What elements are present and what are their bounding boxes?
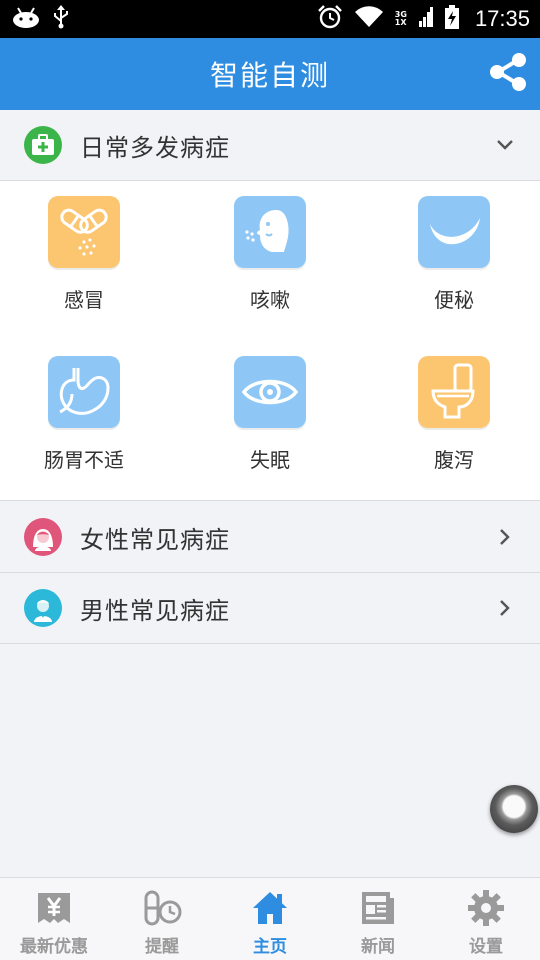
nav-item-home[interactable]: 主页 — [216, 878, 324, 960]
symptom-diarrhea[interactable]: 腹泻 — [364, 341, 540, 501]
nav-label: 设置 — [469, 937, 503, 957]
signal-icon — [418, 7, 433, 31]
eye-icon — [234, 356, 306, 428]
symptom-label: 便秘 — [434, 288, 474, 312]
newspaper-icon — [358, 888, 398, 928]
status-time: 17:35 — [474, 6, 530, 31]
pill-clock-icon — [142, 888, 182, 928]
status-bar: 3G 1X 17:35 — [0, 0, 540, 38]
pills-icon — [48, 196, 120, 268]
symptom-stomach[interactable]: 肠胃不适 — [0, 341, 174, 501]
floating-assistive-ball[interactable] — [490, 785, 538, 833]
share-button[interactable] — [486, 52, 530, 96]
android-icon — [12, 6, 40, 32]
network-type: 3G 1X — [395, 11, 407, 27]
status-right: 3G 1X 17:35 — [317, 4, 530, 34]
stomach-icon — [48, 356, 120, 428]
nav-item-reminder[interactable]: 提醒 — [108, 878, 216, 960]
section-title-male: 男性常见病症 — [80, 596, 230, 625]
section-female[interactable]: 女性常见病症 — [0, 502, 540, 573]
chevron-right-icon — [496, 526, 514, 548]
section-male[interactable]: 男性常见病症 — [0, 573, 540, 644]
cough-face-icon — [234, 196, 306, 268]
symptom-label: 失眠 — [250, 448, 290, 472]
nav-label: 提醒 — [145, 937, 179, 957]
nav-label: 最新优惠 — [20, 937, 88, 957]
nav-item-offers[interactable]: 最新优惠 — [0, 878, 108, 960]
alarm-icon — [317, 4, 343, 34]
wifi-icon — [354, 6, 383, 32]
nav-label: 主页 — [253, 937, 287, 957]
symptom-insomnia[interactable]: 失眠 — [180, 341, 360, 501]
share-icon — [488, 52, 528, 96]
chevron-down-icon — [496, 134, 514, 156]
chevron-right-icon — [496, 597, 514, 619]
nav-item-settings[interactable]: 设置 — [432, 878, 540, 960]
nav-label: 新闻 — [361, 937, 395, 957]
nav-item-news[interactable]: 新闻 — [324, 878, 432, 960]
section-title-common: 日常多发病症 — [80, 133, 230, 162]
section-title-female: 女性常见病症 — [80, 525, 230, 554]
banana-icon — [418, 196, 490, 268]
battery-charging-icon — [444, 5, 459, 33]
yen-coupon-icon — [34, 888, 74, 928]
symptom-cold[interactable]: 感冒 — [0, 181, 174, 341]
page-title: 智能自测 — [209, 59, 330, 92]
status-left — [12, 5, 70, 33]
symptom-label: 肠胃不适 — [44, 448, 124, 472]
home-icon — [250, 888, 290, 928]
usb-icon — [52, 5, 70, 33]
symptom-constipation[interactable]: 便秘 — [364, 181, 540, 341]
symptom-cough[interactable]: 咳嗽 — [180, 181, 360, 341]
bottom-nav: 最新优惠 提醒 主页 新闻 设置 — [0, 877, 540, 960]
gear-icon — [466, 888, 506, 928]
app-header: 智能自测 — [0, 38, 540, 110]
symptom-label: 感冒 — [64, 288, 104, 312]
female-avatar-icon — [24, 518, 62, 556]
network-type-bottom: 1X — [394, 18, 407, 27]
male-avatar-icon — [24, 589, 62, 627]
medical-kit-icon — [24, 126, 62, 164]
toilet-icon — [418, 356, 490, 428]
symptom-label: 腹泻 — [434, 448, 474, 472]
symptom-grid: 感冒 咳嗽 便秘 肠胃不适 失眠 腹泻 — [0, 181, 540, 501]
section-common[interactable]: 日常多发病症 — [0, 110, 540, 181]
symptom-label: 咳嗽 — [250, 288, 290, 312]
